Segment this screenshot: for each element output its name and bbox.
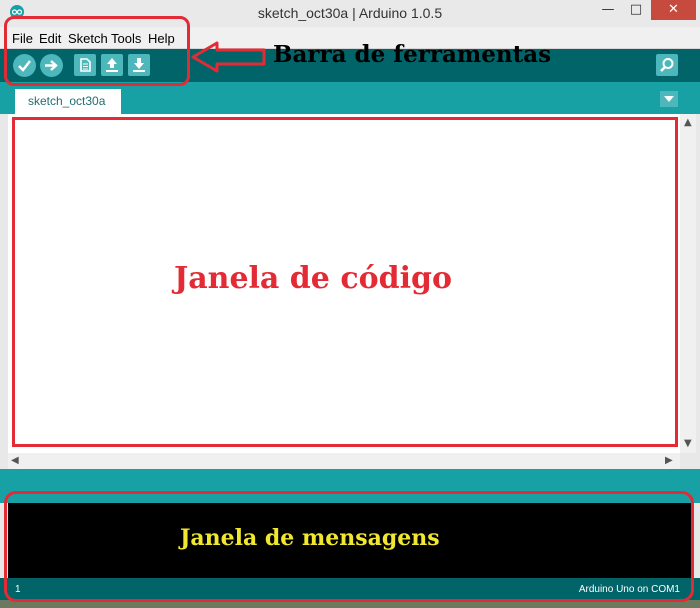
annotation-console-label: Janela de mensagens <box>180 525 440 551</box>
scroll-left-icon[interactable]: ◀ <box>11 455 19 466</box>
scroll-up-icon[interactable]: ▲ <box>684 117 692 128</box>
tab-sketch[interactable]: sketch_oct30a <box>15 89 121 114</box>
vertical-scrollbar[interactable]: ▲ ▼ <box>680 114 696 453</box>
triangle-down-icon <box>664 96 674 102</box>
minimize-button[interactable]: — <box>596 0 620 20</box>
scroll-right-icon[interactable]: ▶ <box>665 455 673 466</box>
close-button[interactable]: ✕ <box>651 0 696 20</box>
scroll-down-icon[interactable]: ▼ <box>684 438 692 449</box>
serial-monitor-button[interactable] <box>656 54 678 76</box>
tab-menu-button[interactable] <box>660 91 678 107</box>
annotation-arrow <box>191 41 266 73</box>
tabs-bar: sketch_oct30a <box>0 82 700 114</box>
magnifier-icon <box>660 58 674 72</box>
maximize-button[interactable]: □ <box>624 0 648 20</box>
annotation-editor-label: Janela de código <box>174 261 452 296</box>
horizontal-scrollbar[interactable]: ◀ ▶ <box>8 453 680 469</box>
annotation-toolbar-label: Barra de ferramentas <box>273 41 552 68</box>
annotation-toolbar-box <box>4 16 190 86</box>
